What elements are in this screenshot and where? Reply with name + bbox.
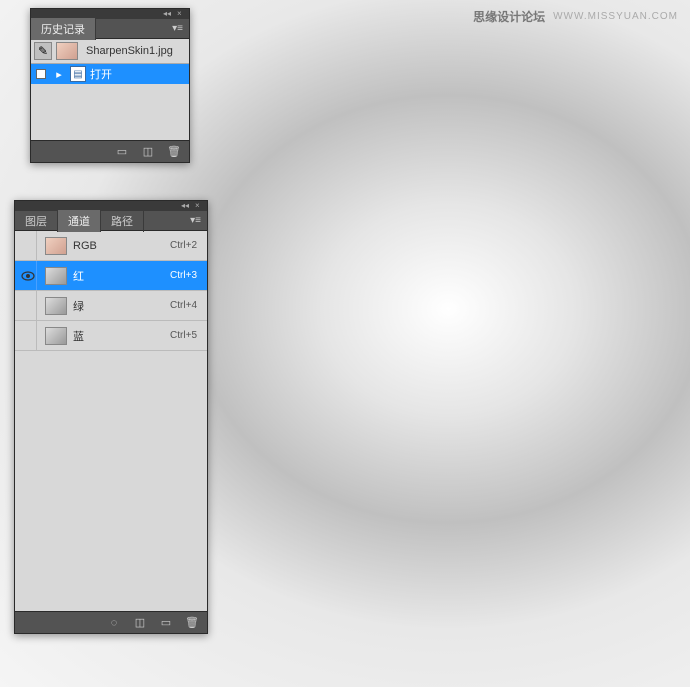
tab-history[interactable]: 历史记录 [31,18,96,40]
history-pointer: ▸ [52,68,66,81]
history-document-row[interactable]: ✎ SharpenSkin1.jpg [31,39,189,64]
channels-body: RGB Ctrl+2 红 Ctrl+3 绿 Ctrl+4 蓝 Ctrl+5 [15,231,207,611]
panel-tabs: 历史记录 ▾≡ [31,19,189,39]
tab-paths[interactable]: 路径 [101,210,144,232]
channel-thumbnail [45,267,67,285]
watermark: 思缘设计论坛 WWW.MISSYUAN.COM [473,8,678,25]
history-item-label: 打开 [90,66,112,82]
channel-red[interactable]: 红 Ctrl+3 [15,261,207,291]
history-body: ✎ SharpenSkin1.jpg ▸ ▤ 打开 [31,39,189,140]
visibility-toggle[interactable] [19,231,37,260]
history-empty-area [31,84,189,140]
watermark-url: WWW.MISSYUAN.COM [553,11,678,22]
history-panel: ◂◂ × 历史记录 ▾≡ ✎ SharpenSkin1.jpg ▸ ▤ 打开 ▭… [30,8,190,163]
channel-shortcut: Ctrl+3 [170,270,203,281]
channel-thumbnail [45,297,67,315]
history-footer: ▭ ◫ 🗑 [31,140,189,162]
new-channel-icon[interactable]: ▭ [159,616,173,630]
history-brush-icon[interactable]: ✎ [34,42,52,60]
document-thumbnail [56,42,78,60]
visibility-toggle[interactable] [19,261,37,290]
new-document-icon[interactable]: ▭ [115,145,129,159]
watermark-text: 思缘设计论坛 [473,8,545,25]
tab-layers[interactable]: 图层 [15,210,58,232]
channel-rgb[interactable]: RGB Ctrl+2 [15,231,207,261]
channel-shortcut: Ctrl+5 [170,330,203,341]
history-state-marker[interactable] [34,69,48,79]
save-selection-icon[interactable]: ◫ [133,616,147,630]
channel-thumbnail [45,237,67,255]
channel-label: RGB [73,240,164,252]
tab-channels[interactable]: 通道 [58,210,101,232]
channels-footer: ◌ ◫ ▭ 🗑 [15,611,207,633]
channel-label: 绿 [73,298,164,314]
close-icon[interactable]: × [195,202,203,210]
panel-menu-icon[interactable]: ▾≡ [184,215,207,226]
channel-shortcut: Ctrl+2 [170,240,203,251]
channel-thumbnail [45,327,67,345]
open-action-icon: ▤ [70,66,86,82]
visibility-toggle[interactable] [19,291,37,320]
visibility-toggle[interactable] [19,321,37,350]
eye-icon [21,271,35,281]
history-item-open[interactable]: ▸ ▤ 打开 [31,64,189,84]
new-snapshot-icon[interactable]: ◫ [141,145,155,159]
channels-panel: ◂◂ × 图层 通道 路径 ▾≡ RGB Ctrl+2 红 Ctrl+3 绿 C… [14,200,208,634]
load-selection-icon[interactable]: ◌ [107,616,121,630]
channel-green[interactable]: 绿 Ctrl+4 [15,291,207,321]
channel-blue[interactable]: 蓝 Ctrl+5 [15,321,207,351]
trash-icon[interactable]: 🗑 [167,145,181,159]
close-icon[interactable]: × [177,10,185,18]
panel-menu-icon[interactable]: ▾≡ [166,23,189,34]
collapse-icon[interactable]: ◂◂ [163,10,171,18]
channel-label: 红 [73,268,164,284]
document-filename: SharpenSkin1.jpg [82,45,173,57]
collapse-icon[interactable]: ◂◂ [181,202,189,210]
panel-tabs: 图层 通道 路径 ▾≡ [15,211,207,231]
channel-label: 蓝 [73,328,164,344]
trash-icon[interactable]: 🗑 [185,616,199,630]
channel-shortcut: Ctrl+4 [170,300,203,311]
snapshot-marker-icon [36,69,46,79]
